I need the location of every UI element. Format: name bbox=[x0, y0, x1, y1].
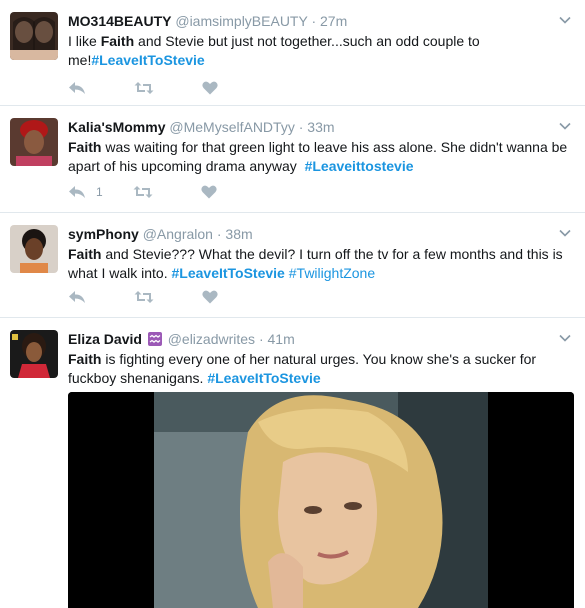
text-segment: I like bbox=[68, 33, 101, 49]
gif-frame bbox=[68, 392, 574, 608]
tweet-text: Faith was waiting for that green light t… bbox=[68, 138, 575, 176]
tweet[interactable]: MO314BEAUTY @iamsimplyBEAUTY · 27m I lik… bbox=[0, 0, 585, 106]
retweet-icon bbox=[134, 82, 154, 94]
chevron-down-icon[interactable] bbox=[559, 332, 571, 344]
tweet-text: Faith is fighting every one of her natur… bbox=[68, 350, 575, 388]
bold-keyword: Faith bbox=[68, 139, 102, 155]
like-button[interactable] bbox=[202, 81, 218, 95]
bold-keyword: Faith bbox=[100, 33, 135, 49]
tweet-text: I like Faith and Stevie but just not tog… bbox=[68, 32, 575, 70]
chevron-down-icon[interactable] bbox=[559, 14, 571, 26]
tweet-text: Faith and Stevie??? What the devil? I tu… bbox=[68, 245, 575, 283]
author-name[interactable]: MO314BEAUTY bbox=[68, 13, 171, 29]
heart-icon bbox=[202, 81, 218, 95]
avatar[interactable] bbox=[10, 118, 58, 166]
retweet-icon bbox=[133, 186, 153, 198]
aquarius-icon bbox=[147, 332, 162, 346]
avatar[interactable] bbox=[10, 225, 58, 273]
author-name[interactable]: Kalia'sMommy bbox=[68, 119, 165, 135]
author-handle[interactable]: @MeMyselfANDTyy bbox=[169, 119, 294, 135]
timestamp[interactable]: 41m bbox=[268, 331, 295, 347]
separator: · bbox=[311, 13, 317, 29]
reply-button[interactable] bbox=[68, 81, 86, 95]
avatar[interactable] bbox=[10, 12, 58, 60]
author-handle[interactable]: @Angralon bbox=[143, 226, 213, 242]
hashtag[interactable]: #LeaveItToStevie bbox=[91, 52, 204, 68]
hashtag[interactable]: #LeaveItToStevie bbox=[172, 265, 285, 281]
retweet-icon bbox=[134, 291, 154, 303]
author-handle[interactable]: @iamsimplyBEAUTY bbox=[175, 13, 307, 29]
reply-button[interactable]: 1 bbox=[68, 185, 103, 199]
media-gif[interactable] bbox=[68, 392, 574, 608]
tweet[interactable]: symPhony @Angralon · 38m Faith and Stevi… bbox=[0, 213, 585, 318]
reply-icon bbox=[69, 82, 85, 94]
like-button[interactable] bbox=[201, 185, 217, 199]
timestamp[interactable]: 33m bbox=[307, 119, 334, 135]
retweet-button[interactable] bbox=[133, 185, 153, 199]
chevron-down-icon[interactable] bbox=[559, 120, 571, 132]
reply-count: 1 bbox=[96, 185, 103, 199]
retweet-button[interactable] bbox=[134, 290, 154, 304]
chevron-down-icon[interactable] bbox=[559, 227, 571, 239]
avatar[interactable] bbox=[10, 330, 58, 378]
separator: · bbox=[216, 226, 222, 242]
separator: · bbox=[258, 331, 264, 347]
author-handle[interactable]: @elizadwrites bbox=[168, 331, 255, 347]
reply-button[interactable] bbox=[68, 290, 86, 304]
separator: · bbox=[298, 119, 304, 135]
reply-icon bbox=[69, 291, 85, 303]
hashtag[interactable]: #LeaveItToStevie bbox=[207, 370, 320, 386]
bold-keyword: Faith bbox=[68, 351, 102, 367]
hashtag[interactable]: #Leaveittostevie bbox=[305, 158, 414, 174]
heart-icon bbox=[201, 185, 217, 199]
like-button[interactable] bbox=[202, 290, 218, 304]
author-name[interactable]: Eliza David bbox=[68, 331, 142, 347]
timestamp[interactable]: 38m bbox=[225, 226, 252, 242]
heart-icon bbox=[202, 290, 218, 304]
reply-icon bbox=[69, 186, 85, 198]
tweet[interactable]: Kalia'sMommy @MeMyselfANDTyy · 33m Faith… bbox=[0, 106, 585, 213]
hashtag[interactable]: #TwilightZone bbox=[289, 265, 375, 281]
retweet-button[interactable] bbox=[134, 81, 154, 95]
bold-keyword: Faith bbox=[68, 246, 102, 262]
timestamp[interactable]: 27m bbox=[320, 13, 347, 29]
author-name[interactable]: symPhony bbox=[68, 226, 139, 242]
